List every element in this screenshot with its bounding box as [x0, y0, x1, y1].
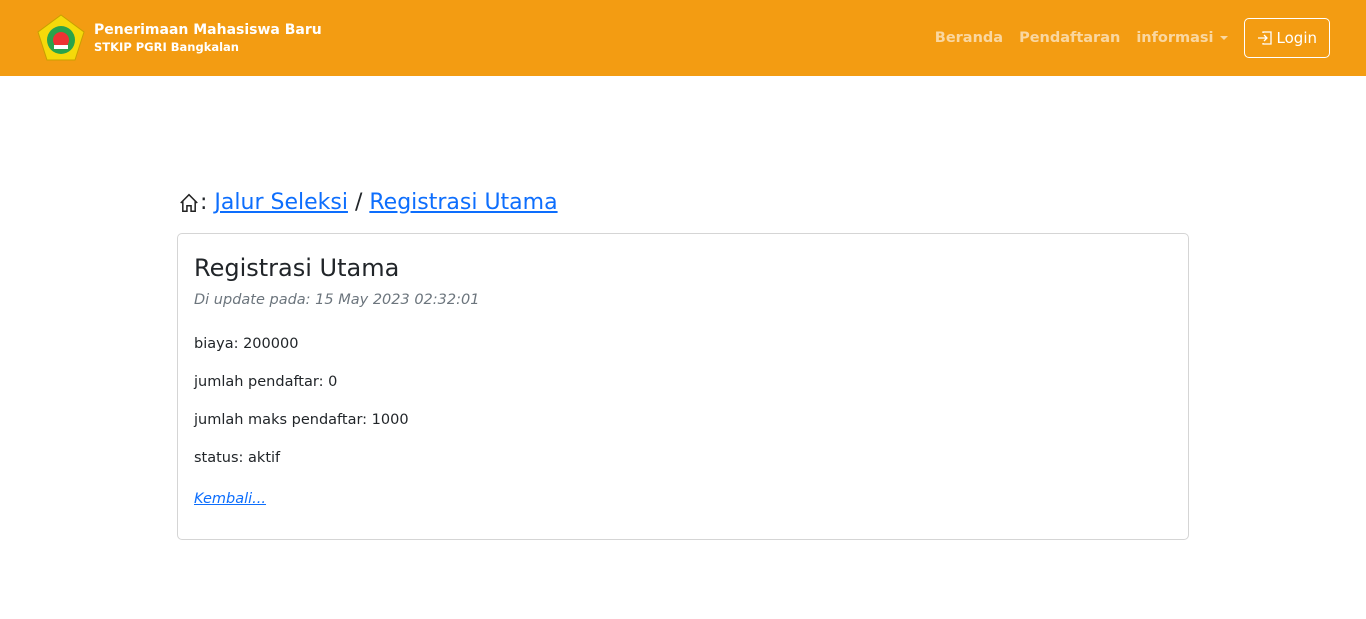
caret-down-icon	[1219, 36, 1228, 40]
nav-informasi-dropdown[interactable]: informasi	[1136, 30, 1228, 46]
back-link[interactable]: Kembali...	[194, 491, 266, 507]
breadcrumb-registrasi-utama[interactable]: Registrasi Utama	[369, 190, 557, 215]
nav-pendaftaran[interactable]: Pendaftaran	[1019, 30, 1120, 46]
logo-icon	[37, 14, 85, 61]
login-button[interactable]: Login	[1243, 18, 1330, 58]
login-icon	[1257, 31, 1272, 45]
breadcrumb-separator: /	[347, 190, 370, 215]
field-status: status: aktif	[194, 450, 281, 466]
nav-beranda[interactable]: Beranda	[935, 30, 1003, 46]
home-icon[interactable]	[178, 192, 200, 214]
navbar: Penerimaan Mahasiswa Baru STKIP PGRI Ban…	[0, 0, 1366, 76]
breadcrumb-jalur-seleksi[interactable]: Jalur Seleksi	[214, 190, 348, 215]
breadcrumb-separator: :	[200, 190, 208, 215]
field-jumlah-pendaftar: jumlah pendaftar: 0	[194, 374, 338, 390]
nav-informasi-label: informasi	[1136, 30, 1214, 46]
site-title: Penerimaan Mahasiswa Baru	[94, 22, 322, 38]
updated-timestamp: Di update pada: 15 May 2023 02:32:01	[194, 292, 480, 308]
site-subtitle: STKIP PGRI Bangkalan	[94, 40, 239, 54]
field-biaya: biaya: 200000	[194, 336, 299, 352]
field-jumlah-maks: jumlah maks pendaftar: 1000	[194, 412, 409, 428]
card-title: Registrasi Utama	[194, 254, 400, 282]
breadcrumb: : Jalur Seleksi / Registrasi Utama	[178, 190, 558, 215]
detail-card: Registrasi Utama Di update pada: 15 May …	[177, 233, 1189, 540]
login-label: Login	[1276, 29, 1317, 47]
